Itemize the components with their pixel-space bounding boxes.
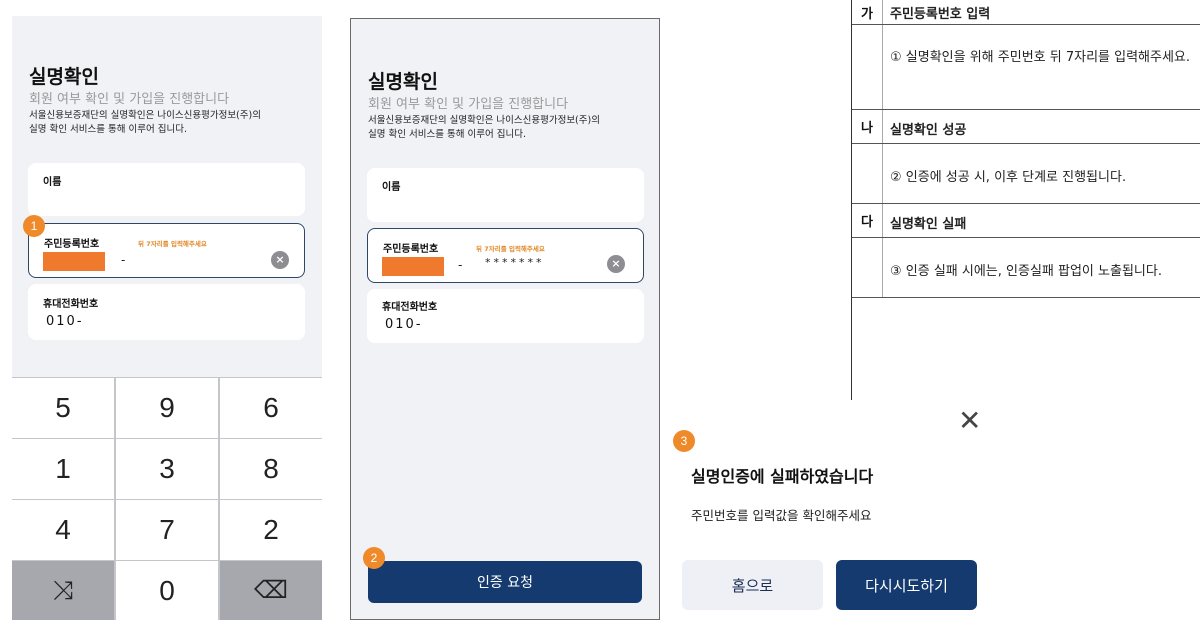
secure-keypad: 5 9 6 1 3 8 4 7 2 ⤨ 0 ⌫ [12, 377, 322, 620]
description-table: 가 주민등록번호 입력 ① 실명확인을 위해 주민번호 뒤 7자리를 입력해주세… [851, 0, 1200, 400]
popup-title: 실명인증에 실패하였습니다 [691, 467, 874, 486]
table-row: 다 실명확인 실패 [852, 204, 1200, 238]
auth-request-button[interactable]: 인증 요청 [368, 561, 642, 603]
row-text: ① 실명확인을 위해 주민번호 뒤 7자리를 입력해주세요. [890, 50, 1191, 65]
rrn-dash: - [458, 258, 463, 272]
page-title: 실명확인 [368, 71, 438, 93]
row-number [852, 144, 883, 203]
name-label: 이름 [43, 177, 62, 188]
table-row: 나 실명확인 성공 [852, 110, 1200, 144]
keypad-key[interactable]: 7 [116, 500, 218, 560]
name-field[interactable]: 이름 [28, 163, 305, 216]
keypad-key[interactable]: 9 [116, 378, 218, 438]
rrn-label: 주민등록번호 [383, 244, 439, 255]
rrn-hint: 뒤 7자리를 입력해주세요 [476, 245, 545, 253]
phone-field[interactable]: 휴대전화번호 010- [367, 289, 644, 343]
keypad-key[interactable]: 5 [12, 378, 114, 438]
table-row: 가 주민등록번호 입력 [852, 0, 1200, 25]
row-text: ③ 인증 실패 시에는, 인증실패 팝업이 노출됩니다. [890, 264, 1162, 279]
rrn-back-masked: ******* [485, 256, 545, 269]
keypad-key[interactable]: 6 [220, 378, 322, 438]
table-row: ② 인증에 성공 시, 이후 단계로 진행됩니다. [852, 144, 1200, 204]
keypad-key[interactable]: 4 [12, 500, 114, 560]
table-row: ① 실명확인을 위해 주민번호 뒤 7자리를 입력해주세요. [852, 25, 1200, 110]
page-subtitle: 회원 여부 확인 및 가입을 진행합니다 [368, 97, 569, 112]
clear-icon[interactable]: × [271, 251, 289, 269]
row-text: 주민등록번호 입력 [890, 7, 991, 22]
step-badge-3: 3 [673, 430, 695, 452]
page-description: 서울신용보증재단의 실명확인은 나이스신용평가정보(주)의 실명 확인 서비스를… [368, 114, 600, 142]
row-number: 다 [852, 204, 883, 237]
home-button[interactable]: 홈으로 [682, 560, 823, 610]
keypad-key[interactable]: 0 [116, 561, 218, 620]
keypad-key[interactable]: 2 [220, 500, 322, 560]
description-line: 서울신용보증재단의 실명확인은 나이스신용평가정보(주)의 [29, 110, 261, 121]
row-text: 실명확인 실패 [890, 217, 967, 232]
step-badge-2: 2 [363, 547, 385, 569]
clear-icon[interactable]: × [607, 255, 625, 273]
row-number [852, 25, 883, 109]
name-label: 이름 [382, 182, 401, 193]
row-number [852, 238, 883, 297]
popup-message: 주민번호를 입력값을 확인해주세요 [691, 508, 872, 523]
name-field[interactable]: 이름 [367, 168, 644, 222]
phone-label: 휴대전화번호 [382, 302, 438, 313]
rrn-front-masked [382, 257, 444, 276]
keypad-key[interactable]: 8 [220, 439, 322, 499]
description-line: 서울신용보증재단의 실명확인은 나이스신용평가정보(주)의 [368, 115, 600, 126]
keypad-key[interactable]: 1 [12, 439, 114, 499]
auth-fail-popup: ✕ 3 실명인증에 실패하였습니다 주민번호를 입력값을 확인해주세요 홈으로 … [668, 400, 1000, 639]
page-subtitle: 회원 여부 확인 및 가입을 진행합니다 [29, 92, 230, 107]
table-row: ③ 인증 실패 시에는, 인증실패 팝업이 노출됩니다. [852, 238, 1200, 298]
rrn-field[interactable]: 주민등록번호 뒤 7자리를 입력해주세요 - × [28, 223, 305, 278]
retry-button[interactable]: 다시시도하기 [836, 560, 977, 610]
phone-value: 010- [46, 314, 84, 329]
close-icon[interactable]: ✕ [958, 407, 981, 435]
description-line: 실명 확인 서비스를 통해 이루어 집니다. [29, 124, 187, 135]
step-badge-1: 1 [23, 215, 45, 237]
page-title: 실명확인 [29, 66, 99, 88]
rrn-label: 주민등록번호 [44, 239, 100, 250]
screen-rrn-input: 실명확인 회원 여부 확인 및 가입을 진행합니다 서울신용보증재단의 실명확인… [12, 16, 322, 620]
shuffle-icon[interactable]: ⤨ [12, 561, 114, 620]
page-description: 서울신용보증재단의 실명확인은 나이스신용평가정보(주)의 실명 확인 서비스를… [29, 109, 261, 137]
rrn-hint: 뒤 7자리를 입력해주세요 [138, 240, 207, 248]
row-number: 가 [852, 0, 883, 24]
backspace-icon[interactable]: ⌫ [220, 561, 322, 620]
row-number: 나 [852, 110, 883, 143]
rrn-dash: - [121, 253, 126, 267]
description-line: 실명 확인 서비스를 통해 이루어 집니다. [368, 129, 526, 140]
rrn-field[interactable]: 주민등록번호 뒤 7자리를 입력해주세요 - ******* × [367, 228, 644, 283]
rrn-front-masked [43, 252, 105, 271]
row-text: ② 인증에 성공 시, 이후 단계로 진행됩니다. [890, 170, 1127, 185]
screen-rrn-filled: 실명확인 회원 여부 확인 및 가입을 진행합니다 서울신용보증재단의 실명확인… [350, 18, 660, 620]
keypad-key[interactable]: 3 [116, 439, 218, 499]
phone-value: 010- [385, 317, 423, 332]
phone-label: 휴대전화번호 [43, 299, 99, 310]
row-text: 실명확인 성공 [890, 123, 967, 138]
phone-field[interactable]: 휴대전화번호 010- [28, 284, 305, 340]
